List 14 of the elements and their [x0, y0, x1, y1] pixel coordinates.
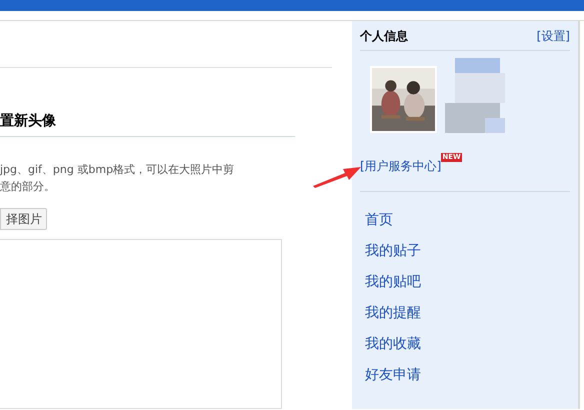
menu-link[interactable]: 首页 — [365, 210, 393, 230]
menu-link[interactable]: 我的贴吧 — [365, 272, 421, 292]
menu-link[interactable]: 好友申请 — [365, 365, 421, 385]
service-center-link[interactable]: [用户服务中心] — [360, 157, 442, 175]
format-description-line: 意的部分。 — [0, 179, 55, 195]
menu-link[interactable]: 我的提醒 — [365, 303, 421, 323]
menu-link[interactable]: 我的收藏 — [365, 334, 421, 354]
menu-link[interactable]: 我的贴子 — [365, 241, 421, 261]
panel-title: 个人信息 — [360, 28, 408, 44]
settings-link[interactable]: [设置] — [536, 26, 570, 44]
section-heading: 置新头像 — [0, 112, 57, 130]
choose-image-button[interactable]: 择图片 — [0, 208, 47, 230]
annotation-arrow — [313, 164, 363, 188]
format-description-line: jpg、gif、png 或bmp格式，可以在大照片中剪 — [0, 162, 234, 178]
